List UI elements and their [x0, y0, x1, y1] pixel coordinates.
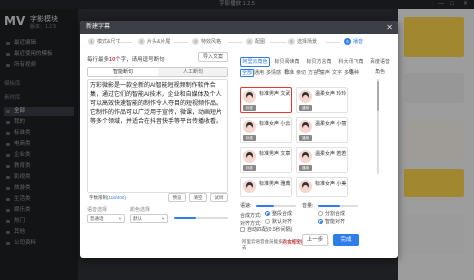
new-subtitle-dialog: 新建字幕 ✕ 1 模式&尺寸 2 片头&片尾 3 特效风格 4 配图 5 选择场景 6 播音… — [80, 21, 398, 258]
clear-button[interactable]: 清空 — [189, 193, 207, 202]
avatar — [299, 120, 312, 133]
step-mode-size[interactable]: 1 模式&尺寸 — [88, 37, 120, 47]
cat-all[interactable]: 全部 — [240, 69, 255, 77]
chevron-down-icon: ▼ — [161, 216, 165, 221]
step-effect-style[interactable]: 3 特效风格 — [192, 37, 221, 47]
radio-smart-align[interactable]: 智能对齐 — [318, 219, 345, 225]
cat-child[interactable]: 童声 — [320, 69, 330, 77]
voice-card[interactable]: 标准女声 小美 — [296, 177, 348, 197]
voice-list-scrollbar[interactable] — [377, 79, 379, 174]
cat-text[interactable]: 文字 — [332, 69, 342, 77]
synthesis-mode-label: 合成方式: — [240, 213, 262, 219]
import-text-button[interactable]: 导入文案 — [198, 52, 228, 62]
radio-default-align[interactable]: 默认对齐 — [265, 219, 292, 225]
avatar — [243, 120, 256, 133]
voice-select-label: 语音选择 — [87, 207, 108, 213]
step-indicator: 1 模式&尺寸 2 片头&片尾 3 特效风格 4 配图 5 选择场景 6 播音 — [88, 37, 390, 47]
cat-standard[interactable]: 标准 — [284, 69, 294, 77]
sentence-split-tabs: 智能断句 人工断句 — [87, 67, 228, 77]
char-counter: 字数限制(118/400) — [89, 195, 126, 200]
avatar — [299, 150, 312, 163]
step-broadcast[interactable]: 6 播音 — [344, 37, 363, 47]
tab-iflytek[interactable]: 科大讯飞角色 — [336, 57, 366, 75]
voice-card[interactable]: 标准男声 文武 标准 — [240, 87, 292, 113]
tab-biaobei-dialect[interactable]: 标贝方言角色 — [304, 57, 334, 75]
cat-multilang[interactable]: 多语种 — [344, 69, 359, 77]
cat-friendly[interactable]: 亲切 — [296, 69, 306, 77]
radio-whole-synthesis[interactable]: 整段合成 — [265, 211, 292, 217]
language-select[interactable]: 普通话 ▼ — [87, 214, 125, 223]
voice-category-filter: 全部 通用 多情感 标准 亲切 方言 童声 文字 多语种 — [240, 69, 390, 77]
voice-card[interactable]: 温柔女声 小丽 通用 — [296, 117, 348, 143]
voice-card[interactable]: 温柔女声 玲玲 通用 — [296, 87, 348, 113]
tab-manual-split[interactable]: 人工断句 — [158, 68, 227, 76]
script-textarea[interactable]: 万彩微影是一款全新的AI智能短视频制作软件合集，通过它们的智能AI技术，企业和自… — [87, 79, 228, 193]
tab-baidu[interactable]: 百度语音角色 — [368, 57, 392, 75]
volume-slider[interactable] — [318, 205, 358, 207]
prev-step-button[interactable]: 上一步 — [302, 234, 328, 246]
align-mode-label: 对齐方式: — [240, 221, 262, 227]
tab-biaobei-read[interactable]: 标贝阅读角色 — [272, 57, 302, 75]
avatar — [243, 180, 256, 193]
dialog-header: 新建字幕 ✕ — [80, 21, 398, 34]
volume-label: 音量: — [302, 203, 314, 209]
speed-label: 语速: — [240, 203, 252, 209]
cat-dialect[interactable]: 方言 — [308, 69, 318, 77]
voice-card[interactable]: 标准男声 文章 标准 — [240, 147, 292, 173]
line-limit-hint: 每行最多10个字，请用逗号断句 — [87, 57, 165, 63]
avatar — [299, 90, 312, 103]
tab-smart-split[interactable]: 智能断句 — [88, 68, 158, 76]
color-select-label: 颜色选择 — [130, 207, 151, 213]
voice-card[interactable]: 标准女声 小云 标准 — [240, 117, 292, 143]
step-intro-outro[interactable]: 2 片头&片尾 — [138, 37, 170, 47]
listen-button[interactable]: 试听 — [210, 193, 228, 202]
step-images[interactable]: 4 配图 — [246, 37, 265, 47]
avatar — [299, 180, 312, 193]
app-window: 字影播放 1.2.5 — □ ✕ MV 字影模块 版本：1.2.5 最近编辑 最… — [0, 0, 474, 280]
voice-provider-tabs: 阿里云角色 标贝阅读角色 标贝方言角色 科大讯飞角色 百度语音角色 — [240, 57, 392, 75]
avatar — [243, 90, 256, 103]
chevron-down-icon: ▼ — [118, 216, 122, 221]
avatar — [243, 150, 256, 163]
speed-slider[interactable] — [256, 205, 296, 207]
auto-match-checkbox[interactable]: 自动匹配(0.5秒间隔) — [240, 227, 292, 233]
cat-general[interactable]: 通用 — [254, 69, 264, 77]
step-scene[interactable]: 5 选择场景 — [288, 37, 317, 47]
color-select[interactable]: 默认 ▼ — [130, 214, 168, 223]
radio-split-synthesis[interactable]: 分割合成 — [318, 211, 345, 217]
bg-volume-slider[interactable] — [174, 217, 228, 219]
voice-card[interactable]: 温柔女声 若若 通用 — [296, 147, 348, 173]
preview-button[interactable]: 预览 — [168, 193, 186, 202]
close-icon[interactable]: ✕ — [386, 21, 393, 34]
cat-emotion[interactable]: 多情感 — [266, 69, 281, 77]
tab-aliyun[interactable]: 阿里云角色 — [240, 57, 270, 67]
voice-card[interactable]: 标准男声 雅典 — [240, 177, 292, 197]
dialog-title: 新建字幕 — [86, 24, 111, 30]
done-button[interactable]: 完成 — [333, 234, 359, 246]
